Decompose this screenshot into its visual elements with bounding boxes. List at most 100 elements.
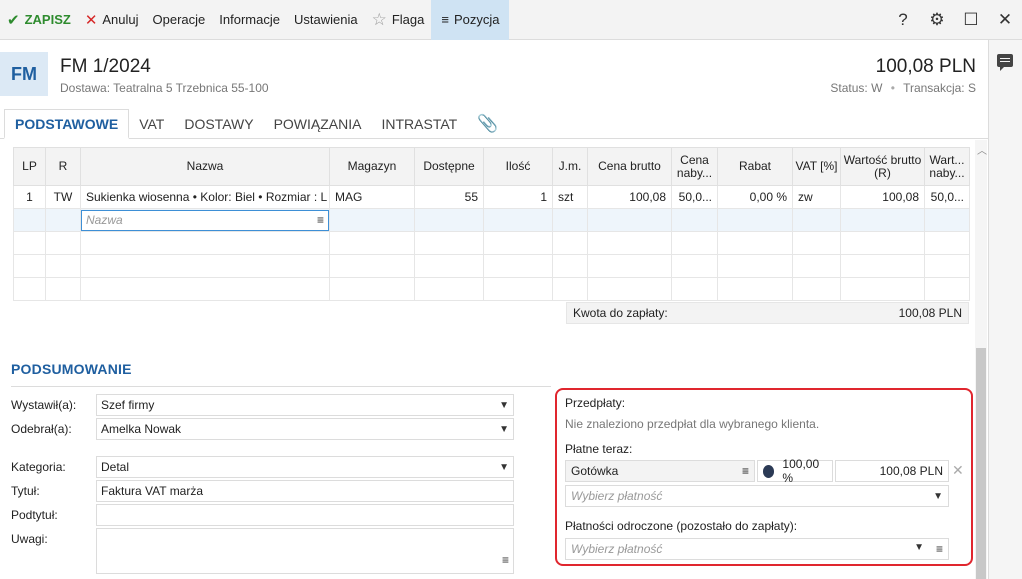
- payment-method-select[interactable]: Gotówka ≡: [565, 460, 755, 482]
- table-row-new[interactable]: Nazwa ≡: [13, 208, 970, 232]
- attachment-icon[interactable]: 📎: [467, 109, 508, 138]
- deferred-controls: ▼ ≡: [914, 542, 943, 556]
- cell-empty: [552, 208, 588, 232]
- cell-purchase-value[interactable]: 50,0...: [924, 185, 970, 209]
- cell-empty: [924, 208, 970, 232]
- help-icon[interactable]: ?: [886, 10, 920, 30]
- cell-vat[interactable]: zw: [792, 185, 841, 209]
- payments-panel: Przedpłaty: Nie znaleziono przedpłat dla…: [555, 388, 973, 566]
- list-icon[interactable]: ≡: [936, 542, 943, 556]
- column-header[interactable]: R: [45, 147, 81, 186]
- cell-warehouse[interactable]: MAG: [329, 185, 415, 209]
- chevron-down-icon: ▼: [499, 399, 509, 411]
- chevron-down-icon: ▼: [499, 461, 509, 473]
- payment-amount-field[interactable]: 100,08 PLN: [835, 460, 949, 482]
- title-label: Tytuł:: [11, 484, 40, 498]
- cancel-button[interactable]: ✕ Anuluj: [78, 0, 146, 40]
- column-header[interactable]: Nazwa: [80, 147, 330, 186]
- deferred-payment-select[interactable]: Wybierz płatność ▼ ≡: [565, 538, 949, 560]
- document-amount: 100,08 PLN: [875, 56, 976, 77]
- cell-empty: [414, 208, 484, 232]
- summary-title: PODSUMOWANIE: [11, 361, 132, 377]
- issued-by-select[interactable]: Szef firmy ▼: [96, 394, 514, 416]
- settings-label: Ustawienia: [293, 12, 358, 27]
- chevron-down-icon[interactable]: ▼: [914, 542, 924, 556]
- gear-icon[interactable]: ⚙: [920, 10, 954, 30]
- tab-vat[interactable]: VAT: [129, 109, 174, 138]
- cell-name[interactable]: Sukienka wiosenna • Kolor: Biel • Rozmia…: [80, 185, 330, 209]
- window-controls: ? ⚙ ☐ ✕: [886, 0, 1022, 40]
- cell-lp[interactable]: 1: [13, 185, 46, 209]
- subtitle-input[interactable]: [96, 504, 514, 526]
- deferred-payment-placeholder: Wybierz płatność: [571, 542, 663, 556]
- column-header[interactable]: Wart... naby...: [924, 147, 970, 186]
- scrollbar-thumb[interactable]: [976, 348, 986, 579]
- column-header[interactable]: J.m.: [552, 147, 588, 186]
- list-icon[interactable]: ≡: [317, 213, 324, 227]
- cell-empty: [840, 208, 925, 232]
- column-header[interactable]: Rabat: [717, 147, 793, 186]
- cell-unit[interactable]: szt: [552, 185, 588, 209]
- vertical-scrollbar[interactable]: ︿: [975, 140, 987, 579]
- payment-percent-field[interactable]: 100,00 %: [757, 457, 833, 485]
- cell-gross-value[interactable]: 100,08: [840, 185, 925, 209]
- name-input[interactable]: Nazwa ≡: [81, 209, 329, 231]
- tab-relations[interactable]: POWIĄZANIA: [264, 109, 372, 138]
- flag-button[interactable]: ☆ Flaga: [365, 0, 432, 40]
- notes-textarea[interactable]: ≡: [96, 528, 514, 574]
- scroll-up-icon[interactable]: ︿: [977, 142, 987, 157]
- cell-purchase-price[interactable]: 50,0...: [671, 185, 718, 209]
- position-button[interactable]: ≡ Pozycja: [431, 0, 510, 40]
- cell-empty: [329, 208, 415, 232]
- list-icon[interactable]: ≡: [502, 553, 509, 567]
- settings-menu[interactable]: Ustawienia: [287, 0, 365, 40]
- column-header[interactable]: LP: [13, 147, 46, 186]
- column-header[interactable]: Wartość brutto (R): [840, 147, 925, 186]
- cell-name-new[interactable]: Nazwa ≡: [80, 208, 330, 232]
- column-header[interactable]: Dostępne: [414, 147, 484, 186]
- comment-icon[interactable]: [997, 54, 1013, 71]
- maximize-icon[interactable]: ☐: [954, 10, 988, 30]
- column-header[interactable]: Ilość: [483, 147, 553, 186]
- cell-empty: [717, 208, 793, 232]
- table-row[interactable]: 1 TW Sukienka wiosenna • Kolor: Biel • R…: [13, 185, 970, 209]
- cell-discount[interactable]: 0,00 %: [717, 185, 793, 209]
- cell-gross-price[interactable]: 100,08: [587, 185, 672, 209]
- cell-empty: [13, 208, 46, 232]
- received-by-label: Odebrał(a):: [11, 422, 72, 436]
- category-select[interactable]: Detal ▼: [96, 456, 514, 478]
- separator-dot: •: [890, 81, 895, 95]
- color-circle-icon: [763, 464, 775, 478]
- deferred-payments-label: Płatności odroczone (pozostało do zapłat…: [565, 519, 798, 533]
- received-by-select[interactable]: Amelka Nowak ▼: [96, 418, 514, 440]
- amount-due-label: Kwota do zapłaty:: [573, 306, 668, 320]
- status-label: Status:: [830, 81, 868, 95]
- column-header[interactable]: Cena naby...: [671, 147, 718, 186]
- divider: [11, 386, 551, 387]
- notes-label: Uwagi:: [11, 532, 48, 546]
- close-icon: ✕: [84, 11, 98, 29]
- cell-type[interactable]: TW: [45, 185, 81, 209]
- document-title: FM 1/2024: [60, 56, 151, 77]
- cell-quantity[interactable]: 1: [483, 185, 553, 209]
- tab-basic[interactable]: PODSTAWOWE: [4, 109, 130, 139]
- tab-intrastat[interactable]: INTRASTAT: [371, 109, 467, 138]
- title-input[interactable]: Faktura VAT marża: [96, 480, 514, 502]
- info-menu[interactable]: Informacje: [212, 0, 287, 40]
- operations-menu[interactable]: Operacje: [146, 0, 213, 40]
- column-header[interactable]: Cena brutto: [587, 147, 672, 186]
- transaction-label: Transakcja:: [903, 81, 965, 95]
- tab-deliveries[interactable]: DOSTAWY: [174, 109, 263, 138]
- column-header[interactable]: Magazyn: [329, 147, 415, 186]
- remove-payment-icon[interactable]: ✕: [952, 462, 964, 479]
- close-window-icon[interactable]: ✕: [988, 10, 1022, 30]
- choose-payment-select[interactable]: Wybierz płatność ▼: [565, 485, 949, 507]
- items-table: LP R Nazwa Magazyn Dostępne Ilość J.m. C…: [13, 147, 970, 301]
- column-header[interactable]: VAT [%]: [792, 147, 841, 186]
- list-icon[interactable]: ≡: [742, 464, 749, 478]
- cell-available[interactable]: 55: [414, 185, 484, 209]
- amount-due-bar: Kwota do zapłaty: 100,08 PLN: [566, 302, 969, 324]
- flag-label: Flaga: [391, 12, 425, 27]
- operations-label: Operacje: [152, 12, 206, 27]
- save-button[interactable]: ✔ ZAPISZ: [0, 0, 78, 40]
